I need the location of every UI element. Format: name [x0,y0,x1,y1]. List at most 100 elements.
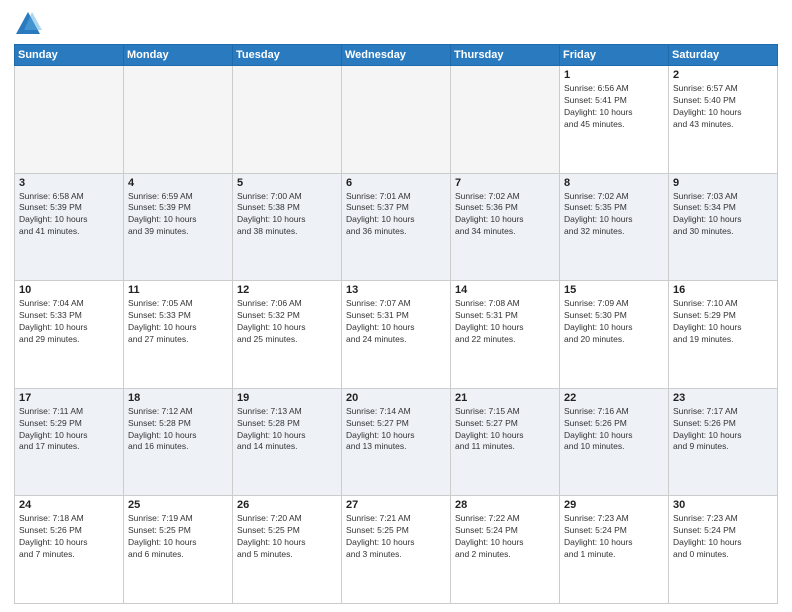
calendar-cell [342,66,451,174]
day-number: 17 [19,392,119,404]
day-info: Sunrise: 6:59 AM Sunset: 5:39 PM Dayligh… [128,191,228,239]
day-info: Sunrise: 7:10 AM Sunset: 5:29 PM Dayligh… [673,298,773,346]
day-info: Sunrise: 7:04 AM Sunset: 5:33 PM Dayligh… [19,298,119,346]
day-number: 15 [564,284,664,296]
calendar-cell: 15 Sunrise: 7:09 AM Sunset: 5:30 PM Dayli… [560,281,669,389]
calendar-cell: 7 Sunrise: 7:02 AM Sunset: 5:36 PM Daylig… [451,173,560,281]
calendar-cell: 24 Sunrise: 7:18 AM Sunset: 5:26 PM Dayli… [15,496,124,604]
calendar-week-row: 10 Sunrise: 7:04 AM Sunset: 5:33 PM Dayli… [15,281,778,389]
weekday-header: Sunday [15,45,124,66]
logo [14,10,46,38]
calendar-cell: 14 Sunrise: 7:08 AM Sunset: 5:31 PM Dayli… [451,281,560,389]
day-info: Sunrise: 7:12 AM Sunset: 5:28 PM Dayligh… [128,406,228,454]
calendar-cell: 8 Sunrise: 7:02 AM Sunset: 5:35 PM Daylig… [560,173,669,281]
logo-icon [14,10,42,38]
day-info: Sunrise: 7:00 AM Sunset: 5:38 PM Dayligh… [237,191,337,239]
day-info: Sunrise: 7:17 AM Sunset: 5:26 PM Dayligh… [673,406,773,454]
day-info: Sunrise: 7:15 AM Sunset: 5:27 PM Dayligh… [455,406,555,454]
calendar-cell: 11 Sunrise: 7:05 AM Sunset: 5:33 PM Dayli… [124,281,233,389]
day-info: Sunrise: 7:09 AM Sunset: 5:30 PM Dayligh… [564,298,664,346]
day-number: 26 [237,499,337,511]
page: SundayMondayTuesdayWednesdayThursdayFrid… [0,0,792,612]
day-number: 21 [455,392,555,404]
day-number: 28 [455,499,555,511]
calendar-week-row: 24 Sunrise: 7:18 AM Sunset: 5:26 PM Dayli… [15,496,778,604]
calendar-cell: 20 Sunrise: 7:14 AM Sunset: 5:27 PM Dayli… [342,388,451,496]
weekday-header-row: SundayMondayTuesdayWednesdayThursdayFrid… [15,45,778,66]
day-info: Sunrise: 7:14 AM Sunset: 5:27 PM Dayligh… [346,406,446,454]
calendar-cell: 5Sunrise: 7:00 AM Sunset: 5:38 PM Daylig… [233,173,342,281]
day-info: Sunrise: 7:07 AM Sunset: 5:31 PM Dayligh… [346,298,446,346]
day-number: 20 [346,392,446,404]
calendar-cell: 16Sunrise: 7:10 AM Sunset: 5:29 PM Dayli… [669,281,778,389]
calendar-cell [124,66,233,174]
weekday-header: Monday [124,45,233,66]
calendar-cell: 4 Sunrise: 6:59 AM Sunset: 5:39 PM Daylig… [124,173,233,281]
calendar-cell [15,66,124,174]
calendar-cell [451,66,560,174]
day-number: 30 [673,499,773,511]
calendar-cell: 29 Sunrise: 7:23 AM Sunset: 5:24 PM Dayli… [560,496,669,604]
day-info: Sunrise: 7:20 AM Sunset: 5:25 PM Dayligh… [237,513,337,561]
calendar-cell: 9 Sunrise: 7:03 AM Sunset: 5:34 PM Daylig… [669,173,778,281]
day-info: Sunrise: 6:56 AM Sunset: 5:41 PM Dayligh… [564,83,664,131]
calendar-week-row: 1 Sunrise: 6:56 AM Sunset: 5:41 PM Daylig… [15,66,778,174]
calendar-table: SundayMondayTuesdayWednesdayThursdayFrid… [14,44,778,604]
calendar-cell: 3 Sunrise: 6:58 AM Sunset: 5:39 PM Daylig… [15,173,124,281]
day-number: 8 [564,177,664,189]
day-number: 18 [128,392,228,404]
day-info: Sunrise: 7:03 AM Sunset: 5:34 PM Dayligh… [673,191,773,239]
day-info: Sunrise: 7:06 AM Sunset: 5:32 PM Dayligh… [237,298,337,346]
day-number: 12 [237,284,337,296]
day-number: 6 [346,177,446,189]
calendar-cell: 6Sunrise: 7:01 AM Sunset: 5:37 PM Daylig… [342,173,451,281]
calendar-week-row: 3 Sunrise: 6:58 AM Sunset: 5:39 PM Daylig… [15,173,778,281]
weekday-header: Thursday [451,45,560,66]
day-info: Sunrise: 7:08 AM Sunset: 5:31 PM Dayligh… [455,298,555,346]
day-info: Sunrise: 7:13 AM Sunset: 5:28 PM Dayligh… [237,406,337,454]
day-number: 9 [673,177,773,189]
calendar-cell: 19Sunrise: 7:13 AM Sunset: 5:28 PM Dayli… [233,388,342,496]
day-info: Sunrise: 6:58 AM Sunset: 5:39 PM Dayligh… [19,191,119,239]
day-info: Sunrise: 7:23 AM Sunset: 5:24 PM Dayligh… [564,513,664,561]
calendar-cell: 12 Sunrise: 7:06 AM Sunset: 5:32 PM Dayli… [233,281,342,389]
day-number: 10 [19,284,119,296]
day-number: 22 [564,392,664,404]
day-number: 2 [673,69,773,81]
day-info: Sunrise: 7:02 AM Sunset: 5:35 PM Dayligh… [564,191,664,239]
weekday-header: Tuesday [233,45,342,66]
weekday-header: Saturday [669,45,778,66]
day-number: 3 [19,177,119,189]
day-number: 7 [455,177,555,189]
calendar-cell [233,66,342,174]
calendar-cell: 27Sunrise: 7:21 AM Sunset: 5:25 PM Dayli… [342,496,451,604]
calendar-cell: 30 Sunrise: 7:23 AM Sunset: 5:24 PM Dayli… [669,496,778,604]
day-number: 1 [564,69,664,81]
day-number: 25 [128,499,228,511]
calendar-cell: 2 Sunrise: 6:57 AM Sunset: 5:40 PM Daylig… [669,66,778,174]
day-info: Sunrise: 7:21 AM Sunset: 5:25 PM Dayligh… [346,513,446,561]
calendar-cell: 1 Sunrise: 6:56 AM Sunset: 5:41 PM Daylig… [560,66,669,174]
header [14,10,778,38]
calendar-cell: 10 Sunrise: 7:04 AM Sunset: 5:33 PM Dayli… [15,281,124,389]
day-number: 14 [455,284,555,296]
calendar-cell: 13Sunrise: 7:07 AM Sunset: 5:31 PM Dayli… [342,281,451,389]
day-info: Sunrise: 6:57 AM Sunset: 5:40 PM Dayligh… [673,83,773,131]
day-number: 24 [19,499,119,511]
day-info: Sunrise: 7:19 AM Sunset: 5:25 PM Dayligh… [128,513,228,561]
calendar-cell: 25 Sunrise: 7:19 AM Sunset: 5:25 PM Dayli… [124,496,233,604]
weekday-header: Wednesday [342,45,451,66]
day-info: Sunrise: 7:16 AM Sunset: 5:26 PM Dayligh… [564,406,664,454]
calendar-week-row: 17 Sunrise: 7:11 AM Sunset: 5:29 PM Dayli… [15,388,778,496]
day-info: Sunrise: 7:11 AM Sunset: 5:29 PM Dayligh… [19,406,119,454]
day-info: Sunrise: 7:18 AM Sunset: 5:26 PM Dayligh… [19,513,119,561]
day-number: 4 [128,177,228,189]
day-number: 29 [564,499,664,511]
day-number: 11 [128,284,228,296]
calendar-cell: 28Sunrise: 7:22 AM Sunset: 5:24 PM Dayli… [451,496,560,604]
calendar-cell: 22 Sunrise: 7:16 AM Sunset: 5:26 PM Dayli… [560,388,669,496]
day-info: Sunrise: 7:02 AM Sunset: 5:36 PM Dayligh… [455,191,555,239]
calendar-cell: 18 Sunrise: 7:12 AM Sunset: 5:28 PM Dayli… [124,388,233,496]
day-info: Sunrise: 7:23 AM Sunset: 5:24 PM Dayligh… [673,513,773,561]
day-info: Sunrise: 7:05 AM Sunset: 5:33 PM Dayligh… [128,298,228,346]
